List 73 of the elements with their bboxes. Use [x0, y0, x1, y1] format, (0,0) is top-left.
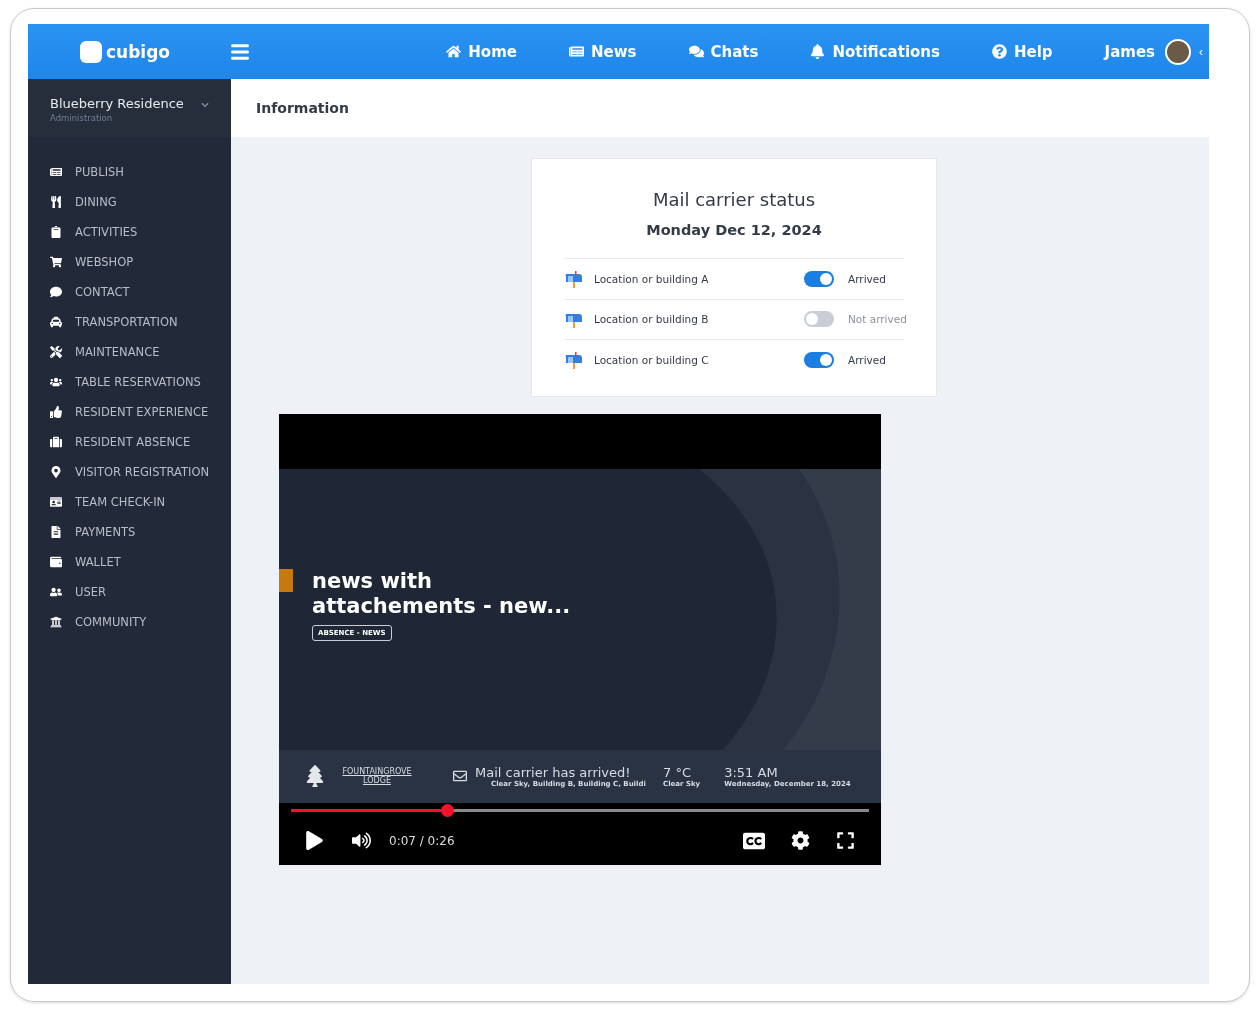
location-label: Location or building A — [594, 272, 710, 285]
brand-name: FOUNTAINGROVE — [342, 767, 412, 777]
temperature: 7 °C — [663, 764, 692, 780]
toggle-switch[interactable] — [804, 311, 834, 328]
sidebar-item[interactable]: USER — [28, 577, 231, 607]
mailbox-icon — [564, 269, 584, 288]
sidebar-item[interactable]: MAINTENANCE — [28, 337, 231, 367]
card-title: Mail carrier status — [652, 189, 816, 210]
location-label: Location or building B — [594, 313, 710, 326]
users-icon — [50, 586, 62, 598]
accent-bar — [279, 568, 293, 592]
sidebar-item[interactable]: PUBLISH — [28, 157, 231, 187]
clock-time: 3:51 AM — [724, 764, 779, 780]
sidebar-item[interactable]: ACTIVITIES — [28, 217, 231, 247]
cutlery-icon — [50, 196, 62, 208]
logo-icon — [80, 40, 102, 63]
mailbox-icon — [564, 350, 584, 369]
sidebar-item[interactable]: PAYMENTS — [28, 517, 231, 547]
card-date: Monday Dec 12, 2024 — [646, 222, 822, 238]
people-icon — [50, 376, 62, 388]
chevron-down-icon[interactable] — [201, 101, 209, 109]
status-label: Not arrived — [848, 313, 904, 326]
cart-icon — [50, 256, 62, 268]
wallet-icon — [50, 556, 62, 568]
status-label: Arrived — [848, 353, 887, 366]
menu-button[interactable] — [230, 41, 250, 62]
bell-icon — [810, 44, 826, 59]
progress-thumb[interactable] — [441, 803, 455, 817]
speech-bubble-icon — [50, 286, 62, 298]
sidebar-item[interactable]: RESIDENT EXPERIENCE — [28, 397, 231, 427]
tree-icon — [304, 765, 326, 788]
sidebar-item[interactable]: RESIDENT ABSENCE — [28, 427, 231, 457]
envelope-icon — [453, 769, 467, 784]
sidebar-item[interactable]: TEAM CHECK-IN — [28, 487, 231, 517]
toggle-switch[interactable] — [804, 351, 834, 368]
home-icon — [446, 44, 462, 59]
sidebar-item[interactable]: CONTACT — [28, 277, 231, 307]
sidebar-item[interactable]: TABLE RESERVATIONS — [28, 367, 231, 397]
message-text: Mail carrier has arrived! — [475, 764, 632, 780]
location-label: Location or building C — [594, 353, 710, 366]
avatar[interactable] — [1165, 38, 1191, 65]
newspaper-icon — [50, 166, 62, 178]
video-headline: news with attachements - new... — [312, 568, 572, 619]
building-icon — [50, 616, 62, 628]
help-icon — [991, 44, 1007, 59]
fullscreen-button[interactable] — [836, 831, 855, 850]
volume-button[interactable] — [352, 831, 371, 850]
sidebar-item[interactable]: COMMUNITY — [28, 607, 231, 637]
taxi-icon — [50, 316, 62, 328]
sidebar-item[interactable]: WALLET — [28, 547, 231, 577]
id-card-icon — [50, 496, 62, 508]
brand-name: LODGE — [363, 776, 391, 786]
document-icon — [50, 526, 62, 538]
sidebar-item[interactable]: WEBSHOP — [28, 247, 231, 277]
toggle-switch[interactable] — [804, 270, 834, 287]
status-label: Arrived — [848, 272, 887, 285]
suitcase-icon — [50, 436, 62, 448]
newspaper-icon — [569, 44, 584, 59]
thumbs-up-icon — [50, 406, 62, 418]
page-title: Information — [256, 100, 349, 116]
map-pin-icon — [50, 466, 62, 478]
clipboard-icon — [50, 226, 62, 238]
video-time: 0:07 / 0:26 — [389, 833, 455, 848]
sidebar-item[interactable]: TRANSPORTATION — [28, 307, 231, 337]
play-button[interactable] — [305, 831, 324, 850]
residence-name[interactable]: Blueberry Residence — [50, 96, 184, 111]
chat-bubbles-icon — [688, 44, 704, 59]
sidebar-item[interactable]: DINING — [28, 187, 231, 217]
settings-button[interactable] — [791, 831, 810, 850]
role-label: Administration — [50, 113, 114, 123]
logo: cubigo — [106, 41, 171, 62]
tools-icon — [50, 346, 62, 358]
sidebar-item[interactable]: VISITOR REGISTRATION — [28, 457, 231, 487]
